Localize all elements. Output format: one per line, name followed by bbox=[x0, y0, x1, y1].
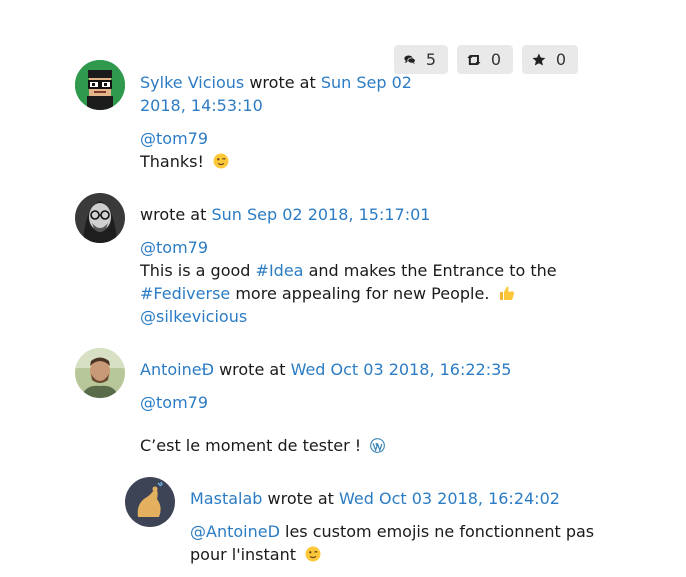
mention-line: @tom79 bbox=[140, 236, 208, 259]
avatar-antoine[interactable] bbox=[75, 348, 125, 398]
comment-header: Sylke Vicious wrote at Sun Sep 02 bbox=[140, 71, 412, 94]
timestamp-link[interactable]: Sun Sep 02 bbox=[321, 73, 412, 92]
reply-header: Mastalab wrote at Wed Oct 03 2018, 16:24… bbox=[190, 487, 560, 510]
hashtag-fediverse-link[interactable]: #Fediverse bbox=[140, 284, 230, 303]
comment-text: Thanks! bbox=[140, 152, 204, 171]
reshare-button[interactable]: 0 bbox=[457, 45, 513, 74]
comment-body-line-2: #Fediverse more appealing for new People… bbox=[140, 282, 515, 305]
comment-text: and makes the Entrance to the bbox=[308, 261, 557, 280]
timestamp-link-cont[interactable]: 2018, 14:53:10 bbox=[140, 96, 263, 115]
star-button[interactable]: 0 bbox=[522, 45, 578, 74]
comment-header: wrote at Sun Sep 02 2018, 15:17:01 bbox=[140, 203, 430, 226]
wrote-at-text: wrote at bbox=[267, 489, 334, 508]
post-stats-bar: 5 0 0 bbox=[394, 45, 578, 75]
thumbs-up-icon bbox=[499, 286, 514, 300]
mention-line: @tom79 bbox=[140, 391, 208, 414]
reshares-count: 0 bbox=[490, 50, 501, 69]
comment-text: C’est le moment de tester ! bbox=[140, 436, 362, 455]
author-link[interactable]: AntoineÐ bbox=[140, 360, 214, 379]
comment-header: AntoineÐ wrote at Wed Oct 03 2018, 16:22… bbox=[140, 358, 511, 381]
avatar-image bbox=[75, 348, 125, 398]
mention-line: @tom79 bbox=[140, 127, 208, 150]
mention-link[interactable]: @tom79 bbox=[140, 393, 208, 412]
avatar-image bbox=[125, 477, 175, 527]
mention-link[interactable]: @AntoineD bbox=[190, 522, 280, 541]
comment-text: This is a good bbox=[140, 261, 251, 280]
avatar-image bbox=[75, 193, 125, 243]
avatar-mastalab[interactable] bbox=[125, 477, 175, 527]
timestamp-link[interactable]: Wed Oct 03 2018, 16:22:35 bbox=[291, 360, 512, 379]
mention-link[interactable]: @silkevicious bbox=[140, 307, 247, 326]
timestamp-link[interactable]: Sun Sep 02 2018, 15:17:01 bbox=[211, 205, 430, 224]
avatar-sylke-vicious[interactable] bbox=[75, 60, 125, 110]
stars-count: 0 bbox=[555, 50, 566, 69]
avatar-image bbox=[75, 60, 125, 110]
reply-body-line-2: pour l'instant bbox=[190, 543, 321, 566]
timestamp-continuation: 2018, 14:53:10 bbox=[140, 94, 263, 117]
wordpress-logo-icon bbox=[370, 438, 386, 453]
wrote-at-text: wrote at bbox=[140, 205, 207, 224]
comment-body: Thanks! bbox=[140, 150, 229, 173]
reply-text: les custom emojis ne fonctionnent pas bbox=[285, 522, 595, 541]
hashtag-idea-link[interactable]: #Idea bbox=[256, 261, 304, 280]
avatar-anonymous[interactable] bbox=[75, 193, 125, 243]
mention-line: @silkevicious bbox=[140, 305, 247, 328]
comment-text: more appealing for new People. bbox=[235, 284, 490, 303]
comments-icon bbox=[404, 55, 416, 64]
wrote-at-text: wrote at bbox=[249, 73, 316, 92]
author-link[interactable]: Mastalab bbox=[190, 489, 262, 508]
author-link[interactable]: Sylke Vicious bbox=[140, 73, 244, 92]
comments-count: 5 bbox=[425, 50, 436, 69]
comments-button[interactable]: 5 bbox=[394, 45, 448, 74]
winking-face-icon bbox=[213, 153, 229, 169]
reply-text: pour l'instant bbox=[190, 545, 297, 564]
comment-body: C’est le moment de tester ! bbox=[140, 434, 386, 457]
mention-link[interactable]: @tom79 bbox=[140, 129, 208, 148]
reshare-icon bbox=[467, 54, 481, 65]
mention-link[interactable]: @tom79 bbox=[140, 238, 208, 257]
reply-body-line-1: @AntoineD les custom emojis ne fonctionn… bbox=[190, 520, 594, 543]
wrote-at-text: wrote at bbox=[219, 360, 286, 379]
winking-face-icon bbox=[305, 546, 321, 562]
comment-body-line-1: This is a good #Idea and makes the Entra… bbox=[140, 259, 557, 282]
star-icon bbox=[532, 53, 546, 66]
timestamp-link[interactable]: Wed Oct 03 2018, 16:24:02 bbox=[339, 489, 560, 508]
